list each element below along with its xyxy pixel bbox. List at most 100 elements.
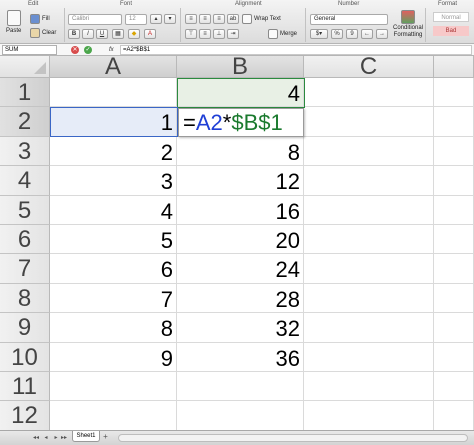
- font-name-select[interactable]: Calibri: [68, 14, 122, 25]
- align-right-button[interactable]: ≡: [213, 14, 225, 24]
- conditional-formatting-button[interactable]: Conditional Formatting: [393, 10, 423, 38]
- name-box[interactable]: SUM: [2, 45, 57, 55]
- cell-c11[interactable]: [304, 372, 434, 402]
- cell-c3[interactable]: [304, 136, 434, 167]
- cell-c10[interactable]: [304, 342, 434, 372]
- cell-d12[interactable]: [434, 401, 474, 430]
- paste-button[interactable]: Paste: [6, 10, 21, 34]
- orientation-button[interactable]: ab: [227, 14, 239, 24]
- insert-function-button[interactable]: fx: [109, 45, 114, 55]
- cell-c9[interactable]: [304, 313, 434, 343]
- row-header-5[interactable]: 5: [0, 195, 50, 225]
- cell-a1[interactable]: [50, 78, 177, 108]
- cell-d8[interactable]: [434, 283, 474, 314]
- last-sheet-button[interactable]: ▸▸: [60, 434, 68, 442]
- cell-d5[interactable]: [434, 195, 474, 225]
- align-bottom-button[interactable]: ⊥: [213, 29, 225, 39]
- cell-d4[interactable]: [434, 166, 474, 196]
- cell-edit-overlay[interactable]: =A2*$B$1: [178, 108, 304, 137]
- cell-d1[interactable]: [434, 78, 474, 108]
- enter-icon[interactable]: ✓: [84, 46, 92, 54]
- cell-b10[interactable]: 36: [177, 342, 304, 372]
- fill-button[interactable]: Fill: [30, 14, 50, 24]
- column-header-c[interactable]: C: [304, 56, 434, 79]
- cell-d10[interactable]: [434, 342, 474, 372]
- cell-c4[interactable]: [304, 166, 434, 196]
- add-sheet-button[interactable]: +: [101, 433, 110, 442]
- cell-a10[interactable]: 9: [50, 342, 177, 372]
- cell-b8[interactable]: 28: [177, 283, 304, 314]
- row-header-2[interactable]: 2: [0, 107, 50, 137]
- prev-sheet-button[interactable]: ◂: [42, 434, 50, 442]
- number-format-select[interactable]: General: [310, 14, 388, 25]
- font-color-button[interactable]: A: [144, 29, 156, 39]
- wrap-text-button[interactable]: Wrap Text: [242, 14, 281, 24]
- row-header-6[interactable]: 6: [0, 225, 50, 255]
- cell-b1[interactable]: 4: [177, 78, 304, 108]
- bold-button[interactable]: B: [68, 29, 80, 39]
- column-header-d[interactable]: [434, 56, 474, 78]
- cell-d7[interactable]: [434, 254, 474, 284]
- cell-d2[interactable]: [434, 107, 474, 137]
- cell-a7[interactable]: 6: [50, 254, 177, 284]
- align-center-button[interactable]: ≡: [199, 14, 211, 24]
- cell-b11[interactable]: [177, 372, 304, 402]
- comma-button[interactable]: 9: [346, 29, 358, 39]
- decrease-decimal-button[interactable]: ←: [361, 29, 373, 39]
- cell-b12[interactable]: [177, 401, 304, 430]
- merge-button[interactable]: Merge: [268, 29, 297, 39]
- cell-c2[interactable]: [304, 107, 434, 137]
- cell-c6[interactable]: [304, 225, 434, 255]
- borders-button[interactable]: ▦: [112, 29, 124, 39]
- fill-color-button[interactable]: ◆: [128, 29, 140, 39]
- currency-button[interactable]: $▾: [310, 29, 328, 39]
- align-top-button[interactable]: ⊤: [185, 29, 197, 39]
- shrink-font-button[interactable]: ▾: [164, 14, 176, 24]
- cell-a11[interactable]: [50, 372, 177, 402]
- row-header-8[interactable]: 8: [0, 283, 50, 314]
- increase-decimal-button[interactable]: →: [376, 29, 388, 39]
- cell-a5[interactable]: 4: [50, 195, 177, 225]
- cell-d11[interactable]: [434, 372, 474, 402]
- cell-c1[interactable]: [304, 78, 434, 108]
- next-sheet-button[interactable]: ▸: [52, 434, 60, 442]
- cell-a4[interactable]: 3: [50, 166, 177, 196]
- cell-d9[interactable]: [434, 313, 474, 343]
- sheet-tab-sheet1[interactable]: Sheet1: [72, 431, 100, 442]
- style-normal[interactable]: Normal: [433, 12, 469, 22]
- cell-c8[interactable]: [304, 283, 434, 314]
- cell-b5[interactable]: 16: [177, 195, 304, 225]
- row-header-1[interactable]: 1: [0, 78, 50, 108]
- italic-button[interactable]: I: [82, 29, 94, 39]
- cell-b9[interactable]: 32: [177, 313, 304, 343]
- cell-c12[interactable]: [304, 401, 434, 430]
- row-header-3[interactable]: 3: [0, 136, 50, 167]
- align-left-button[interactable]: ≡: [185, 14, 197, 24]
- indent-button[interactable]: ⇥: [227, 29, 239, 39]
- formula-input[interactable]: =A2*$B$1: [120, 45, 472, 55]
- cell-a6[interactable]: 5: [50, 225, 177, 255]
- cell-a2[interactable]: 1: [50, 107, 177, 137]
- cell-a9[interactable]: 8: [50, 313, 177, 343]
- cell-a12[interactable]: [50, 401, 177, 430]
- row-header-12[interactable]: 12: [0, 401, 50, 430]
- cell-b6[interactable]: 20: [177, 225, 304, 255]
- cell-c5[interactable]: [304, 195, 434, 225]
- cell-b7[interactable]: 24: [177, 254, 304, 284]
- row-header-4[interactable]: 4: [0, 166, 50, 196]
- horizontal-scrollbar[interactable]: [118, 434, 468, 442]
- row-header-10[interactable]: 10: [0, 342, 50, 372]
- first-sheet-button[interactable]: ◂◂: [32, 434, 40, 442]
- font-size-select[interactable]: 12: [125, 14, 147, 25]
- row-header-7[interactable]: 7: [0, 254, 50, 284]
- cell-c7[interactable]: [304, 254, 434, 284]
- align-middle-button[interactable]: ≡: [199, 29, 211, 39]
- cancel-icon[interactable]: ✕: [71, 46, 79, 54]
- cell-d3[interactable]: [434, 136, 474, 167]
- cell-a3[interactable]: 2: [50, 136, 177, 167]
- grow-font-button[interactable]: ▴: [150, 14, 162, 24]
- row-header-11[interactable]: 11: [0, 372, 50, 402]
- column-header-b[interactable]: B: [177, 56, 304, 79]
- cell-b4[interactable]: 12: [177, 166, 304, 196]
- underline-button[interactable]: U: [96, 29, 108, 39]
